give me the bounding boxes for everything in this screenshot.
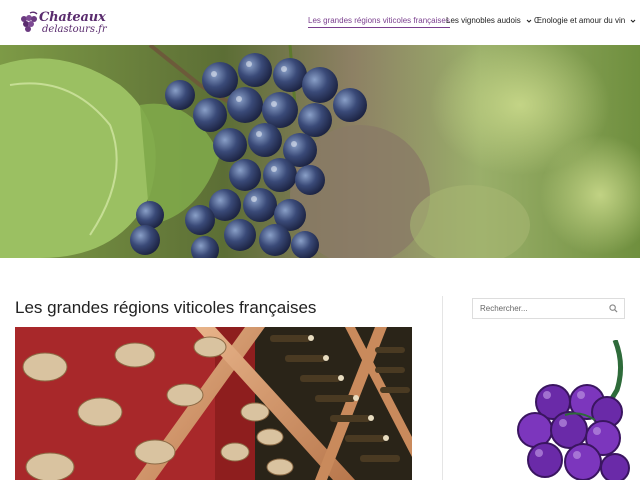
hero-banner	[0, 45, 640, 258]
wine-bottle-rack-photo	[15, 327, 412, 480]
grapes-illustration	[517, 340, 630, 480]
search-input[interactable]	[473, 299, 610, 318]
nav-item-vignobles[interactable]: Les vignobles audois	[446, 16, 532, 25]
search-box	[472, 298, 625, 319]
nav-item-label: Œnologie et amour du vin	[534, 16, 626, 25]
nav-item-oenologie[interactable]: Œnologie et amour du vin	[534, 16, 636, 25]
nav-item-label: Les grandes régions viticoles françaises	[308, 16, 450, 25]
content-divider	[442, 296, 443, 480]
grape-vine-photo	[0, 45, 640, 258]
search-icon[interactable]	[609, 304, 618, 313]
site-logo[interactable]: Chateaux delastours.fr	[18, 9, 107, 37]
logo-line-1: Chateaux	[39, 10, 106, 25]
nav-item-regions[interactable]: Les grandes régions viticoles françaises	[308, 16, 450, 28]
logo-line-2: delastours.fr	[42, 24, 107, 35]
grapes-logo-icon	[21, 11, 38, 32]
nav-item-label: Les vignobles audois	[446, 16, 521, 25]
site-header: Chateaux delastours.fr Les grandes régio…	[0, 0, 640, 45]
article-title[interactable]: Les grandes régions viticoles françaises	[15, 298, 316, 318]
article-image[interactable]	[15, 327, 412, 480]
chevron-down-icon	[631, 19, 636, 23]
chevron-down-icon	[526, 19, 532, 23]
